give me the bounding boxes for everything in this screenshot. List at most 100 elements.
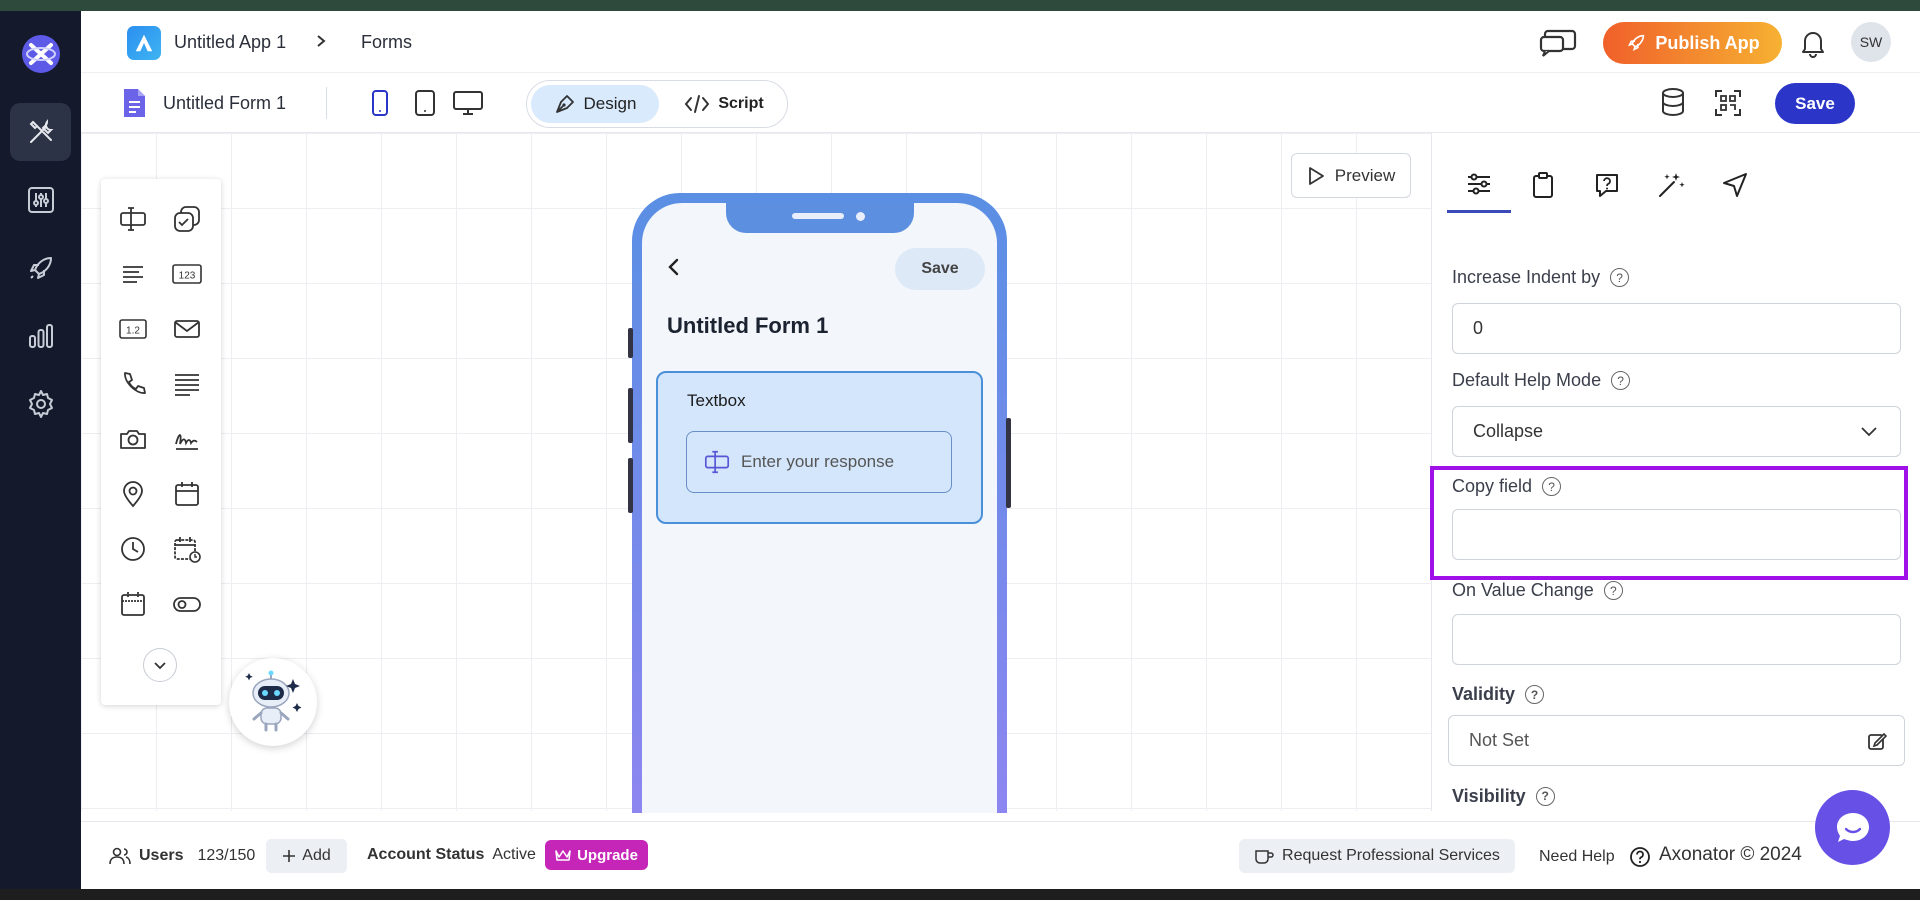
design-script-toggle: Design Script — [526, 80, 788, 128]
location-pin-icon — [123, 481, 143, 508]
validity-field[interactable]: Not Set — [1448, 715, 1905, 766]
gear-icon — [28, 390, 53, 418]
tab-clipboard[interactable] — [1511, 157, 1575, 213]
left-nav — [0, 11, 81, 889]
tool-datetime[interactable] — [169, 531, 205, 567]
bell-icon[interactable] — [1799, 28, 1827, 58]
breadcrumb-section[interactable]: Forms — [361, 32, 412, 53]
copyright: Axonator © 2024 — [1659, 844, 1802, 865]
plus-icon — [283, 850, 296, 862]
request-professional-services-button[interactable]: Request Professional Services — [1239, 839, 1515, 873]
mobile-view-icon[interactable] — [371, 89, 389, 117]
phone-side-button — [628, 328, 633, 358]
svg-text:123: 123 — [179, 271, 196, 282]
help-circle-icon — [1629, 847, 1650, 867]
tool-checkbox[interactable] — [169, 201, 205, 237]
tool-number[interactable]: 123 — [169, 256, 205, 292]
upgrade-button[interactable]: Upgrade — [545, 840, 648, 870]
qr-code-icon[interactable] — [1713, 88, 1743, 118]
form-toolbar: Untitled Form 1 Design Script Save — [81, 73, 1920, 133]
long-text-icon — [175, 374, 199, 396]
navigation-arrow-icon — [1723, 173, 1747, 197]
increase-indent-label: Increase Indent by? — [1452, 267, 1630, 288]
phone-side-button — [628, 388, 633, 443]
nav-publish[interactable] — [10, 239, 71, 297]
calendar-range-icon — [121, 592, 145, 616]
axonator-logo-icon[interactable] — [20, 33, 62, 75]
tool-long-text[interactable] — [169, 366, 205, 402]
on-value-change-label: On Value Change? — [1452, 580, 1623, 601]
help-icon[interactable]: ? — [1603, 581, 1623, 600]
clock-icon — [121, 537, 145, 561]
sliders-icon — [27, 187, 54, 213]
tool-paragraph[interactable] — [115, 256, 151, 292]
textbox-field-card[interactable]: Textbox Enter your response — [656, 371, 983, 524]
tool-date-range[interactable] — [115, 586, 151, 622]
avatar[interactable]: SW — [1851, 22, 1891, 62]
help-bubble-icon — [1596, 174, 1618, 197]
tool-location[interactable] — [115, 476, 151, 512]
increase-indent-input[interactable]: 0 — [1452, 303, 1901, 354]
tab-field-settings[interactable] — [1447, 157, 1511, 213]
tablet-view-icon[interactable] — [414, 89, 436, 117]
tool-email[interactable] — [169, 311, 205, 347]
app-icon[interactable] — [127, 26, 161, 60]
back-arrow-icon[interactable] — [664, 257, 684, 277]
users-info: Users 123/150 — [109, 846, 255, 866]
form-document-icon — [124, 89, 145, 117]
calendar-icon — [175, 482, 199, 506]
nav-settings[interactable] — [10, 375, 71, 433]
preview-button[interactable]: Preview — [1291, 153, 1411, 198]
tools-icon — [29, 118, 53, 143]
desktop-view-icon[interactable] — [452, 90, 484, 116]
breadcrumb-app[interactable]: Untitled App 1 — [174, 32, 286, 53]
tool-phone[interactable] — [115, 366, 151, 402]
tool-toggle[interactable] — [169, 586, 205, 622]
help-icon[interactable]: ? — [1525, 685, 1545, 704]
feedback-chat-icon[interactable] — [1539, 28, 1579, 58]
tool-camera[interactable] — [115, 421, 151, 457]
tab-navigation[interactable] — [1703, 157, 1767, 213]
save-button[interactable]: Save — [1775, 83, 1855, 124]
field-placeholder: Enter your response — [741, 452, 895, 471]
tab-magic[interactable] — [1639, 157, 1703, 213]
tool-date[interactable] — [169, 476, 205, 512]
nav-analytics[interactable] — [10, 307, 71, 365]
users-icon — [109, 847, 131, 865]
tab-help[interactable] — [1575, 157, 1639, 213]
nav-build-tools[interactable] — [10, 103, 71, 161]
signature-icon — [175, 434, 198, 450]
tool-textbox[interactable] — [115, 201, 151, 237]
account-status: Account Status Active — [367, 846, 536, 863]
tab-script[interactable]: Script — [665, 85, 783, 123]
form-name[interactable]: Untitled Form 1 — [163, 93, 286, 114]
help-icon[interactable]: ? — [1611, 371, 1631, 390]
nav-settings-sliders[interactable] — [10, 171, 71, 229]
edit-icon[interactable] — [1866, 730, 1888, 752]
ai-assistant-button[interactable] — [229, 658, 317, 746]
tool-decimal[interactable]: 1.2 — [115, 311, 151, 347]
support-chat-button[interactable] — [1815, 790, 1890, 865]
tool-time[interactable] — [115, 531, 151, 567]
phone-preview: Save Untitled Form 1 Textbox Enter your … — [628, 193, 1011, 813]
help-icon[interactable]: ? — [1610, 268, 1630, 287]
help-icon[interactable]: ? — [1535, 786, 1555, 806]
help-mode-select[interactable]: Collapse — [1452, 406, 1901, 457]
field-label: Textbox — [687, 391, 746, 410]
calendar-clock-icon — [174, 537, 201, 563]
add-user-button[interactable]: Add — [266, 839, 347, 873]
rocket-icon — [29, 257, 52, 279]
publish-app-button[interactable]: Publish App — [1603, 22, 1782, 64]
camera-icon — [120, 430, 146, 449]
database-icon[interactable] — [1659, 87, 1687, 117]
phone-icon — [124, 372, 146, 394]
toolbox-more-button[interactable] — [143, 648, 177, 682]
crown-icon — [555, 850, 571, 861]
tool-signature[interactable] — [169, 421, 205, 457]
on-value-change-input[interactable] — [1452, 614, 1901, 665]
need-help[interactable]: Need Help — [1539, 846, 1651, 868]
phone-save-button[interactable]: Save — [895, 248, 985, 290]
tab-design[interactable]: Design — [531, 85, 659, 123]
chat-bubble-icon — [1836, 812, 1869, 842]
field-input[interactable]: Enter your response — [686, 431, 952, 493]
